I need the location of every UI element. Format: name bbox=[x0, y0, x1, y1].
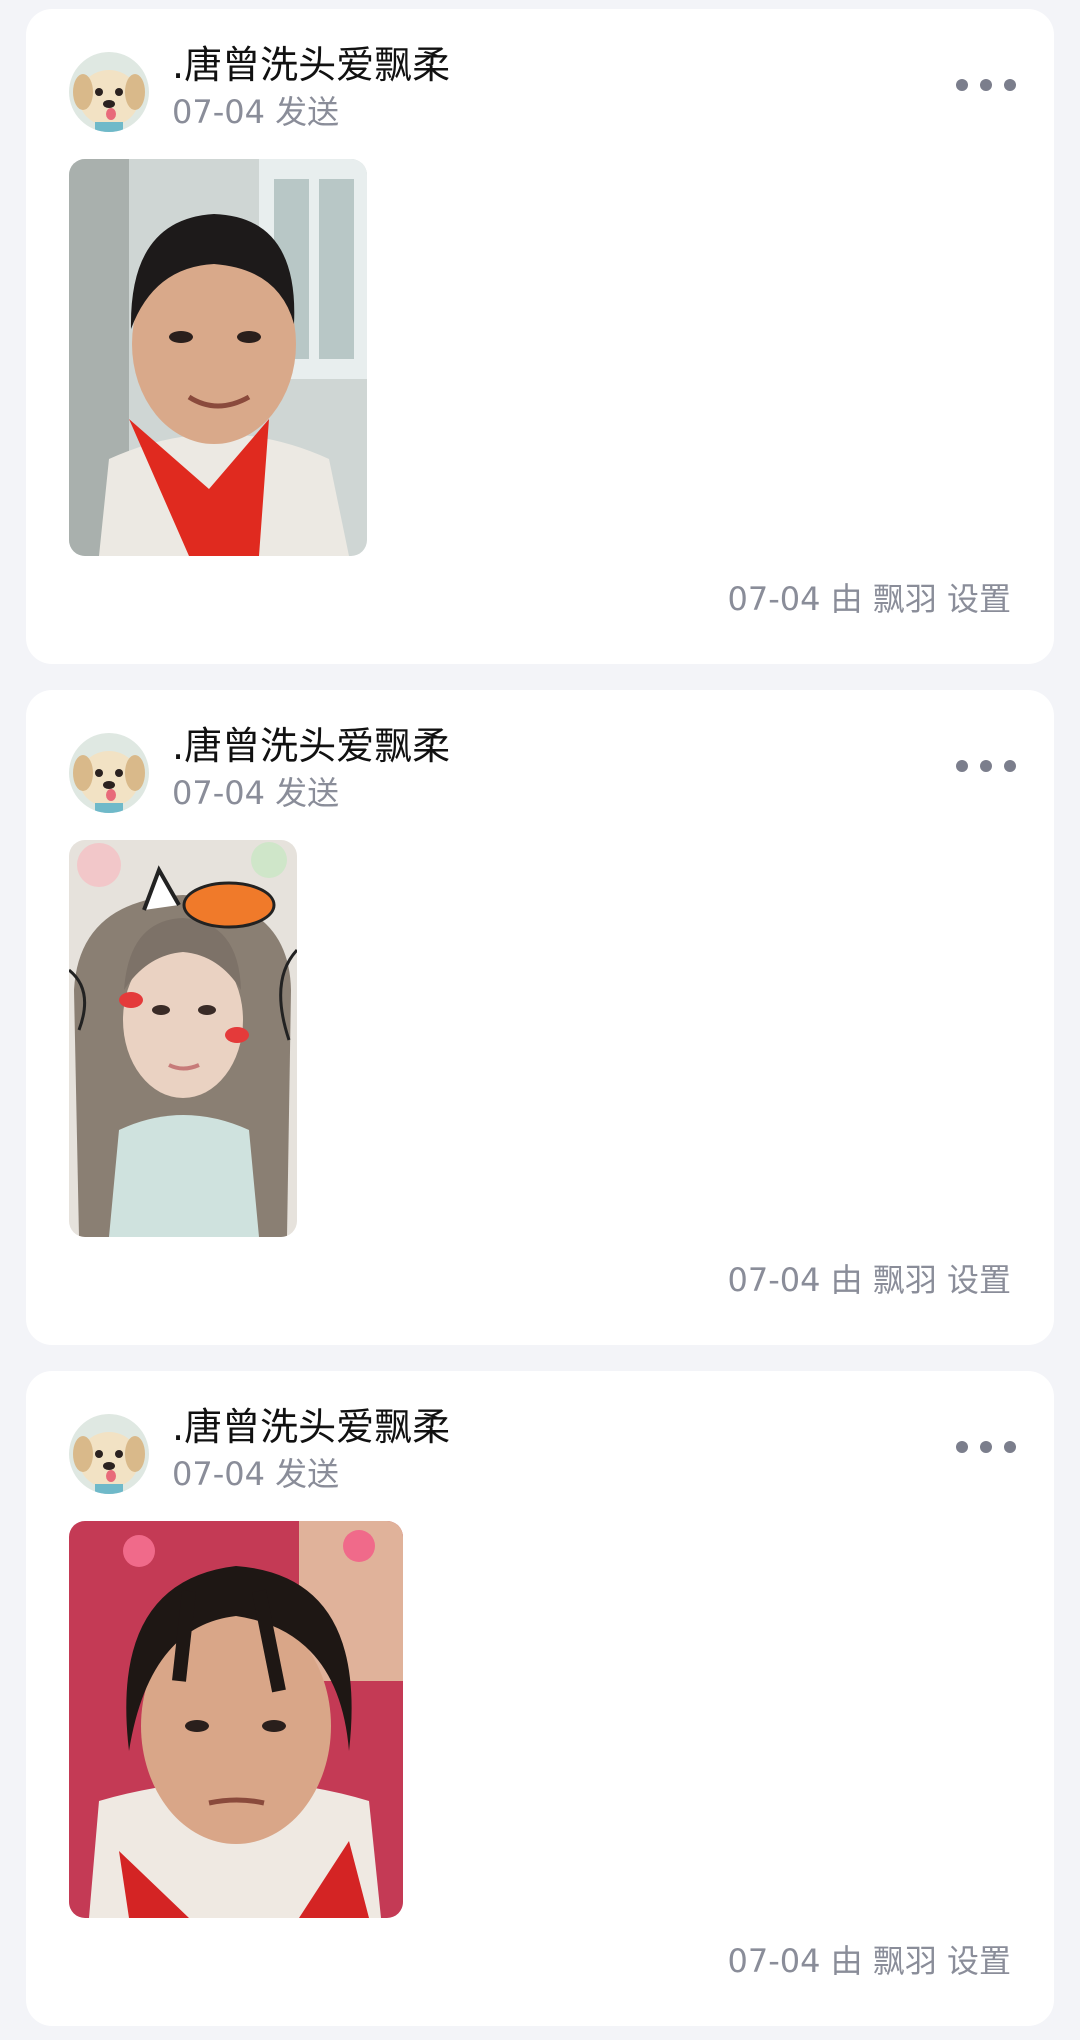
sent-time: 07-04 发送 bbox=[172, 93, 340, 131]
post-footer: 07-04 由 飘羽 设置 bbox=[727, 580, 1011, 618]
more-dots-icon[interactable] bbox=[956, 746, 1016, 786]
post-card: .唐曾洗头爱飘柔 07-04 发送 07-04 由 飘羽 设置 bbox=[26, 1371, 1054, 2026]
more-dots-icon[interactable] bbox=[956, 65, 1016, 105]
post-footer: 07-04 由 飘羽 设置 bbox=[727, 1261, 1011, 1299]
puppy-avatar-icon[interactable] bbox=[69, 52, 149, 132]
girl-with-cat-sticker-photo[interactable] bbox=[69, 840, 297, 1237]
boy-portrait-photo[interactable] bbox=[69, 159, 367, 556]
post-card: .唐曾洗头爱飘柔 07-04 发送 07-04 由 飘羽 设置 bbox=[26, 9, 1054, 664]
girl-portrait-photo[interactable] bbox=[69, 1521, 403, 1918]
more-dots-icon[interactable] bbox=[956, 1427, 1016, 1467]
puppy-avatar-icon[interactable] bbox=[69, 1414, 149, 1494]
user-name[interactable]: .唐曾洗头爱飘柔 bbox=[172, 725, 450, 768]
user-name[interactable]: .唐曾洗头爱飘柔 bbox=[172, 44, 450, 87]
user-name[interactable]: .唐曾洗头爱飘柔 bbox=[172, 1406, 450, 1449]
sent-time: 07-04 发送 bbox=[172, 774, 340, 812]
post-footer: 07-04 由 飘羽 设置 bbox=[727, 1942, 1011, 1980]
sent-time: 07-04 发送 bbox=[172, 1455, 340, 1493]
puppy-avatar-icon[interactable] bbox=[69, 733, 149, 813]
post-card: .唐曾洗头爱飘柔 07-04 发送 07-04 由 飘羽 设置 bbox=[26, 690, 1054, 1345]
post-feed: .唐曾洗头爱飘柔 07-04 发送 07-04 由 飘羽 设置 .唐曾洗头爱飘柔… bbox=[0, 0, 1080, 2040]
